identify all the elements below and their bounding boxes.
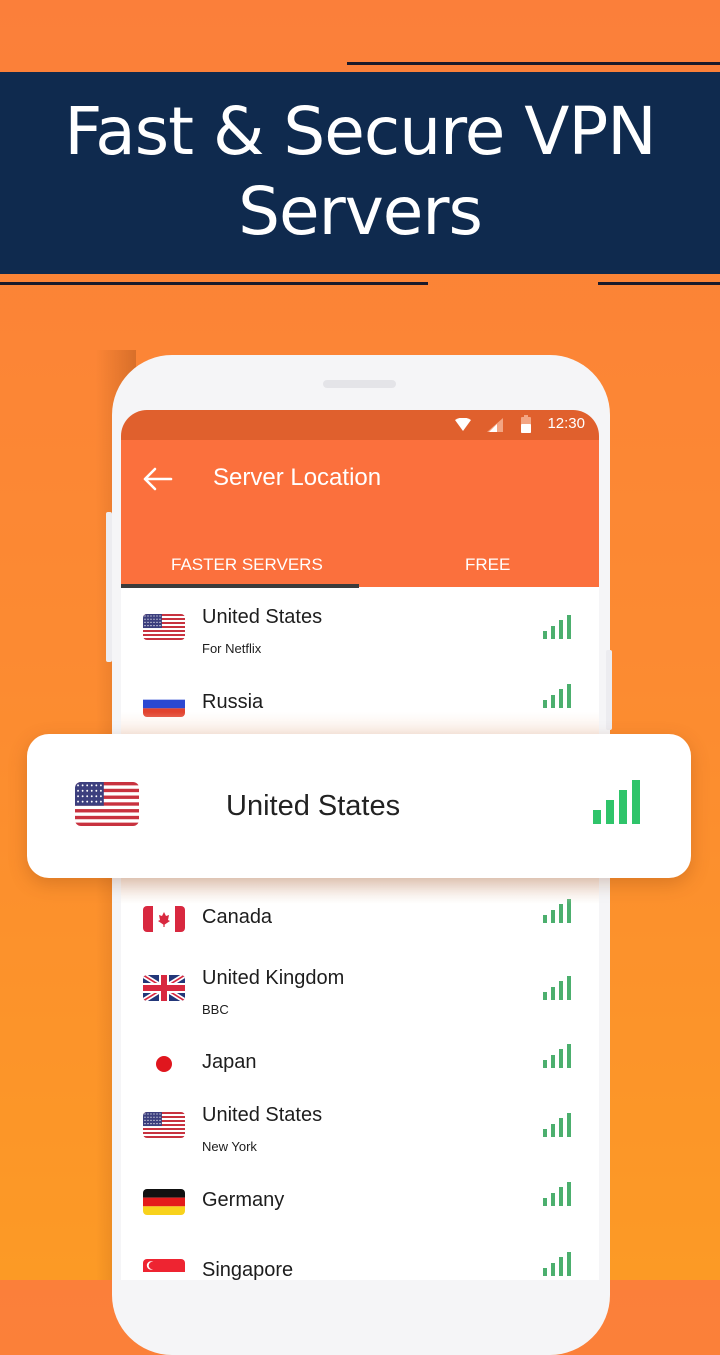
signal-bar [551, 986, 555, 1000]
signal-bar [551, 1123, 555, 1137]
list-fade-bottom [121, 876, 599, 904]
status-bar: 12:30 [121, 410, 599, 440]
us-flag-icon [143, 614, 185, 640]
tab-indicator [121, 584, 359, 588]
tab-free[interactable]: FREE [465, 555, 510, 575]
signal-bar [543, 631, 547, 639]
selected-server-card[interactable]: United States [27, 734, 691, 878]
wifi-icon [455, 418, 471, 431]
japan-flag-icon [143, 1051, 185, 1077]
signal-bar [543, 915, 547, 923]
status-time: 12:30 [547, 415, 585, 432]
server-country: Singapore [202, 1259, 294, 1280]
signal-bar [543, 992, 547, 1000]
tab-faster-servers[interactable]: FASTER SERVERS [171, 555, 323, 575]
signal-bar [551, 1054, 555, 1068]
signal-strength-icon [543, 1182, 573, 1206]
signal-strength-icon [543, 1113, 573, 1137]
us-flag-icon [75, 782, 139, 826]
signal-bar [567, 1182, 571, 1206]
signal-bar [559, 981, 563, 1000]
signal-bar [551, 1262, 555, 1276]
signal-bar [593, 810, 601, 824]
signal-bar [567, 1044, 571, 1068]
signal-bar [559, 620, 563, 639]
battery-icon [521, 415, 531, 433]
uk-flag-icon [143, 975, 185, 1001]
signal-bar [559, 904, 563, 923]
signal-bar [551, 1192, 555, 1206]
headline-line-2: Servers [238, 173, 483, 250]
singapore-flag-icon [143, 1259, 185, 1280]
server-subtitle: New York [202, 1139, 257, 1154]
signal-strength-icon [593, 778, 643, 824]
signal-bar [551, 909, 555, 923]
signal-bar [567, 684, 571, 708]
headline: Fast & Secure VPN Servers [0, 92, 720, 252]
signal-bar [543, 1129, 547, 1137]
signal-bar [559, 1049, 563, 1068]
selected-server-country: United States [226, 790, 401, 822]
signal-bar [543, 1198, 547, 1206]
server-country: United Kingdom [202, 967, 345, 989]
decor-line-bottom-right [598, 282, 720, 285]
signal-strength-icon [543, 976, 573, 1000]
server-country: Japan [202, 1051, 257, 1073]
signal-bar [543, 1060, 547, 1068]
server-list-item[interactable]: Singapore [121, 1250, 599, 1280]
server-country: United States [202, 1104, 323, 1126]
signal-bar [559, 1257, 563, 1276]
signal-bar [567, 1113, 571, 1137]
arrow-left-icon[interactable] [141, 464, 175, 494]
server-country: Russia [202, 691, 264, 713]
signal-bar [567, 615, 571, 639]
signal-bar [606, 800, 614, 824]
signal-bar [619, 790, 627, 824]
signal-strength-icon [543, 684, 573, 708]
signal-bar [543, 1268, 547, 1276]
phone-side-button-left [106, 512, 112, 662]
germany-flag-icon [143, 1189, 185, 1215]
phone-side-button-right [606, 650, 612, 730]
server-list-item[interactable]: United Kingdom BBC [121, 958, 599, 1038]
cell-signal-icon [487, 418, 503, 432]
server-list-item[interactable]: United States New York [121, 1095, 599, 1175]
decor-line-bottom-left [0, 282, 428, 285]
server-list-item[interactable]: United States For Netflix [121, 597, 599, 677]
signal-bar [632, 780, 640, 824]
server-list-item[interactable]: Germany [121, 1180, 599, 1260]
server-country: Germany [202, 1189, 285, 1211]
signal-bar [551, 625, 555, 639]
decor-line-top [347, 62, 720, 65]
signal-strength-icon [543, 615, 573, 639]
headline-line-1: Fast & Secure VPN [64, 93, 656, 170]
server-country: United States [202, 606, 323, 628]
canada-flag-icon [143, 906, 185, 932]
signal-bar [559, 689, 563, 708]
signal-bar [559, 1187, 563, 1206]
signal-bar [567, 976, 571, 1000]
signal-bar [543, 700, 547, 708]
signal-strength-icon [543, 1252, 573, 1276]
server-country: Canada [202, 906, 273, 928]
signal-bar [567, 1252, 571, 1276]
us-flag-icon [143, 1112, 185, 1138]
signal-bar [559, 1118, 563, 1137]
phone-speaker [323, 380, 396, 388]
signal-strength-icon [543, 1044, 573, 1068]
server-subtitle: BBC [202, 1002, 229, 1017]
app-bar: Server Location FASTER SERVERS FREE [121, 440, 599, 588]
server-subtitle: For Netflix [202, 641, 262, 656]
signal-bar [551, 694, 555, 708]
page-title: Server Location [213, 464, 382, 491]
